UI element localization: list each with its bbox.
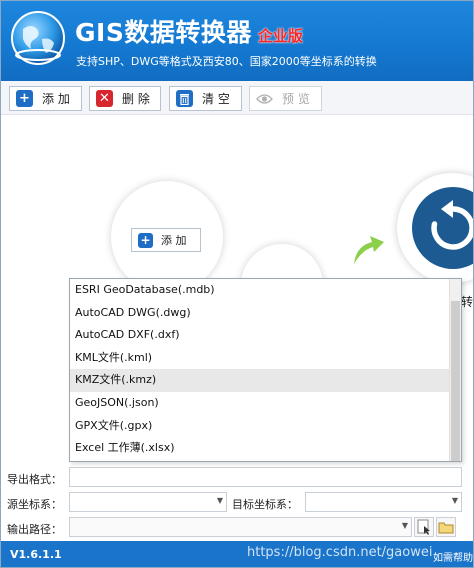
dropdown-option[interactable]: Excel 工作薄(.xlsx) bbox=[70, 437, 450, 460]
output-path-input[interactable]: ▼ bbox=[69, 517, 412, 537]
preview-button[interactable]: 预 览 bbox=[249, 86, 322, 111]
version-label: V1.6.1.1 bbox=[10, 548, 62, 561]
dropdown-option[interactable]: GeoJSON(.json) bbox=[70, 392, 450, 415]
dropdown-option[interactable]: KMZ文件(.kmz) bbox=[70, 369, 450, 392]
convert-label: 转 bbox=[461, 295, 474, 309]
browse-folder-button[interactable] bbox=[436, 517, 456, 537]
chevron-down-icon: ▼ bbox=[451, 496, 458, 505]
dropdown-option[interactable]: AutoCAD DXF(.dxf) bbox=[70, 324, 450, 347]
export-format-label: 导出格式： bbox=[7, 473, 62, 486]
chevron-down-icon: ▼ bbox=[401, 521, 408, 530]
source-crs-label: 源坐标系： bbox=[7, 498, 62, 511]
plus-icon: + bbox=[138, 232, 153, 248]
folder-icon bbox=[438, 522, 454, 534]
export-format-dropdown-list: ESRI GeoDatabase(.mdb) AutoCAD DWG(.dwg) A… bbox=[69, 278, 462, 462]
dropdown-option[interactable]: GPX文件(.gpx) bbox=[70, 415, 450, 438]
help-link[interactable]: 如需帮助 bbox=[433, 549, 473, 564]
file-cursor-icon bbox=[417, 519, 430, 535]
edition-badge: 企业版 bbox=[257, 27, 303, 45]
target-crs-select[interactable]: ▼ bbox=[305, 492, 462, 512]
arrow-up-right-icon bbox=[354, 236, 384, 264]
status-bar: V1.6.1.1 https://blog.csdn.net/gaowei 如需… bbox=[1, 541, 473, 567]
app-window: GIS数据转换器 企业版 支持SHP、DWG等格式及西安80、国家2000等坐标… bbox=[0, 0, 474, 568]
title-row: GIS数据转换器 企业版 bbox=[75, 13, 303, 49]
scrollbar-thumb[interactable] bbox=[451, 301, 460, 461]
canvas-add-label: 添 加 bbox=[161, 234, 187, 247]
toolbar: + 添 加 ✕ 删 除 清 空 预 览 bbox=[1, 81, 473, 115]
dropdown-option[interactable]: KML文件(.kml) bbox=[70, 347, 450, 370]
clear-button[interactable]: 清 空 bbox=[169, 86, 242, 111]
dropdown-option[interactable]: ESRI GeoDatabase(.mdb) bbox=[70, 279, 450, 302]
preview-button-label: 预 览 bbox=[282, 92, 310, 106]
watermark-text: https://blog.csdn.net/gaowei bbox=[247, 545, 433, 560]
canvas-add-button[interactable]: + 添 加 bbox=[131, 228, 201, 252]
delete-button-label: 删 除 bbox=[122, 92, 150, 106]
chevron-down-icon: ▼ bbox=[216, 496, 223, 505]
refresh-icon bbox=[431, 200, 473, 250]
delete-button[interactable]: ✕ 删 除 bbox=[89, 86, 161, 111]
trash-icon bbox=[176, 90, 193, 107]
add-button-label: 添 加 bbox=[42, 92, 70, 106]
output-path-label: 输出路径： bbox=[7, 523, 62, 536]
export-format-select[interactable] bbox=[69, 467, 462, 487]
globe-logo-icon bbox=[11, 11, 65, 65]
add-button[interactable]: + 添 加 bbox=[9, 86, 82, 111]
dropdown-options: ESRI GeoDatabase(.mdb) AutoCAD DWG(.dwg) A… bbox=[70, 279, 461, 460]
browse-file-button[interactable] bbox=[414, 517, 434, 537]
dropdown-scrollbar[interactable] bbox=[449, 279, 461, 461]
dropdown-option[interactable]: AutoCAD DWG(.dwg) bbox=[70, 302, 450, 325]
plus-icon: + bbox=[16, 90, 33, 107]
close-icon: ✕ bbox=[96, 90, 113, 107]
header-banner: GIS数据转换器 企业版 支持SHP、DWG等格式及西安80、国家2000等坐标… bbox=[1, 1, 473, 81]
app-title: GIS数据转换器 bbox=[75, 18, 252, 47]
source-crs-select[interactable]: ▼ bbox=[69, 492, 227, 512]
clear-button-label: 清 空 bbox=[202, 92, 230, 106]
app-subtitle: 支持SHP、DWG等格式及西安80、国家2000等坐标系的转换 bbox=[76, 55, 377, 68]
convert-button[interactable] bbox=[412, 187, 473, 269]
eye-icon bbox=[256, 90, 273, 107]
target-crs-label: 目标坐标系： bbox=[232, 498, 298, 511]
